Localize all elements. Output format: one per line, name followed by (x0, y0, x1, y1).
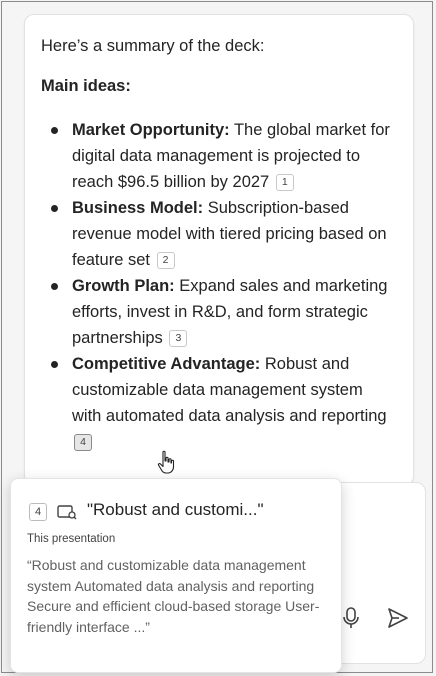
list-item: Growth Plan: Expand sales and marketing … (51, 273, 391, 351)
list-item: Market Opportunity: The global market fo… (51, 117, 391, 195)
citation-popup[interactable]: 4 "Robust and customi..." This presentat… (10, 478, 342, 673)
item-title: Competitive Advantage: (72, 355, 261, 373)
item-title: Growth Plan: (72, 277, 175, 295)
citation-badge-3[interactable]: 3 (169, 330, 188, 347)
citation-badge-1[interactable]: 1 (275, 174, 294, 191)
citation-badge-2[interactable]: 2 (156, 252, 175, 269)
summary-intro: Here’s a summary of the deck: (41, 37, 265, 55)
citation-number-badge: 4 (29, 503, 47, 521)
item-title: Business Model: (72, 199, 204, 217)
main-ideas-heading: Main ideas: (41, 77, 131, 95)
microphone-icon[interactable] (340, 606, 362, 630)
citation-quote: “Robust and customizable data management… (27, 557, 320, 635)
send-icon[interactable] (386, 606, 410, 630)
bullet (51, 127, 58, 134)
item-title: Market Opportunity: (72, 121, 230, 139)
citation-badge-4[interactable]: 4 (74, 434, 92, 451)
bullet (51, 283, 58, 290)
list-item: Competitive Advantage: Robust and custom… (51, 351, 391, 455)
response-card: Here’s a summary of the deck: Main ideas… (24, 14, 414, 486)
hand-pointer-icon (157, 450, 175, 474)
bullet (51, 205, 58, 212)
citation-source: This presentation (27, 533, 116, 545)
presentation-icon (57, 505, 77, 520)
bullet (51, 361, 58, 368)
main-ideas-list: Market Opportunity: The global market fo… (51, 117, 391, 455)
list-item: Business Model: Subscription-based reven… (51, 195, 391, 273)
citation-title: "Robust and customi..." (87, 500, 264, 519)
